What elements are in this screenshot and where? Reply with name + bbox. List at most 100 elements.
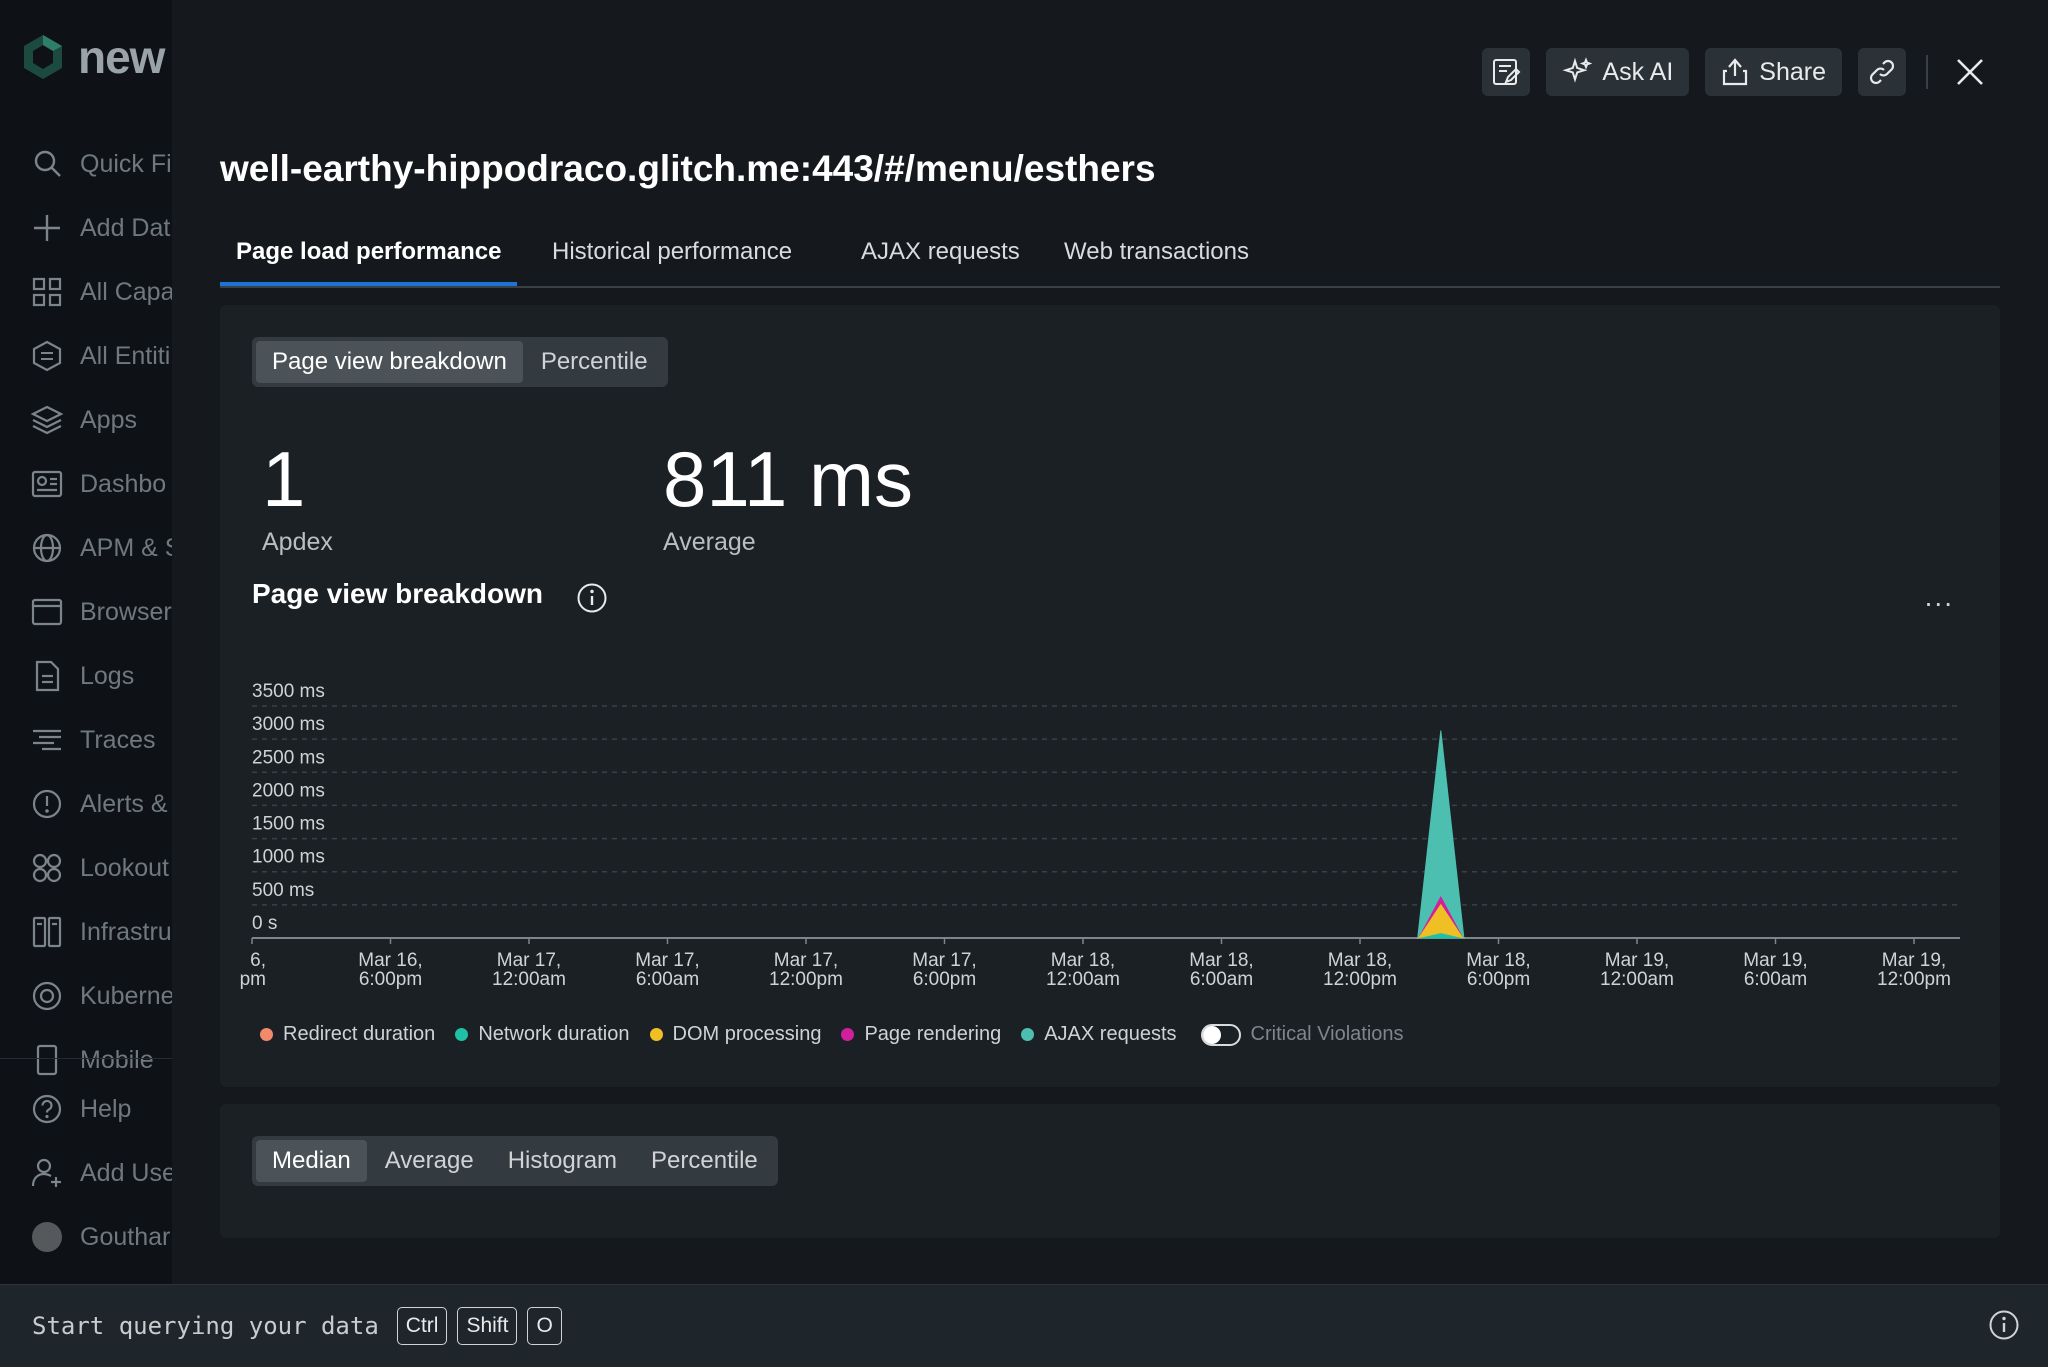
query-prompt[interactable]: Start querying your data: [32, 1312, 379, 1340]
legend-item[interactable]: AJAX requests: [1021, 1023, 1177, 1046]
keyboard-key-ctrl: Ctrl: [396, 1307, 448, 1345]
info-icon[interactable]: [576, 582, 608, 614]
x-tick-label: Mar 18,: [1466, 950, 1530, 971]
kpi-apdex: 1 Apdex: [262, 440, 333, 557]
nav-item-mobile[interactable]: Mobile: [0, 1036, 172, 1084]
legend-item[interactable]: Page rendering: [841, 1023, 1001, 1046]
x-tick-label: 12:00am: [492, 969, 566, 990]
nav-item-apm[interactable]: APM & S: [0, 524, 172, 572]
toggle-switch[interactable]: [1200, 1023, 1241, 1046]
tab-ajax-requests[interactable]: AJAX requests: [845, 238, 1036, 282]
nav-item-dashboards[interactable]: Dashbo: [0, 460, 172, 508]
nav-item-logs[interactable]: Logs: [0, 652, 172, 700]
actions-divider: [1926, 55, 1928, 89]
nav-item-alerts[interactable]: Alerts &: [0, 780, 172, 828]
close-icon: [1957, 59, 1983, 85]
tab-web-transactions[interactable]: Web transactions: [1048, 238, 1265, 282]
modal-actions: Ask AI Share: [1482, 48, 1992, 96]
x-tick-label: Mar 16,: [358, 950, 422, 971]
segment-percentile[interactable]: Percentile: [525, 341, 664, 383]
x-tick-label: 6:00pm: [359, 969, 422, 990]
legend-label: DOM processing: [672, 1023, 822, 1045]
x-tick-label: 12:00pm: [1323, 969, 1397, 990]
x-tick-label: 6:00am: [1744, 969, 1807, 990]
grid-icon: [32, 277, 62, 307]
x-tick-label: 6:00am: [636, 969, 699, 990]
nav-item-label: Kuberne: [80, 981, 172, 1010]
nav-item-help[interactable]: Help: [0, 1085, 172, 1133]
brand[interactable]: new: [22, 30, 165, 84]
nav-item-infrastructure[interactable]: Infrastru: [0, 908, 172, 956]
legend-swatch: [841, 1028, 855, 1041]
segment-percentile[interactable]: Percentile: [635, 1140, 774, 1182]
nav-item-kubernetes[interactable]: Kuberne: [0, 972, 172, 1020]
traces-icon: [33, 729, 61, 751]
y-tick-label: 500 ms: [252, 880, 314, 901]
tab-historical-performance[interactable]: Historical performance: [536, 238, 808, 282]
keyboard-key-o: O: [527, 1307, 562, 1345]
critical-violations-toggle[interactable]: Critical Violations: [1197, 1023, 1404, 1046]
x-tick-label: 12:00am: [1046, 969, 1120, 990]
page-view-panel: Page view breakdown Percentile 1 Apdex 8…: [220, 305, 2000, 1087]
segment-median[interactable]: Median: [256, 1140, 367, 1182]
side-navigation: new Quick Fi Add Dat All Capa All Entiti…: [0, 0, 172, 1284]
logo-icon: [24, 35, 62, 79]
layers-icon: [30, 405, 64, 435]
kpi-value: 1: [262, 435, 306, 523]
tab-page-load-performance[interactable]: Page load performance: [220, 238, 518, 286]
nav-item-label: Mobile: [80, 1045, 154, 1074]
nav-item-label: Add Use: [80, 1158, 172, 1187]
nav-item-label: All Entiti: [80, 341, 171, 370]
toggle-knob: [1202, 1025, 1221, 1044]
copy-link-button[interactable]: [1858, 48, 1906, 96]
nav-item-lookout[interactable]: Lookout: [0, 844, 172, 892]
nav-item-user-profile[interactable]: Gouthar: [0, 1213, 172, 1261]
nav-item-label: All Capa: [80, 277, 172, 306]
edit-notes-button[interactable]: [1482, 48, 1531, 96]
kpi-average: 811 ms Average: [663, 440, 913, 557]
breakdown-segmented-control: Page view breakdown Percentile: [252, 337, 668, 387]
query-bar[interactable]: Start querying your data Ctrl Shift O: [0, 1284, 2048, 1367]
browser-icon: [31, 598, 63, 626]
chart-title: Page view breakdown: [252, 578, 543, 609]
segment-average[interactable]: Average: [369, 1140, 490, 1182]
legend-item[interactable]: Redirect duration: [260, 1023, 435, 1046]
nav-item-apps[interactable]: Apps: [0, 396, 172, 444]
nav-item-label: Lookout: [80, 853, 169, 882]
nav-item-label: Gouthar: [80, 1222, 171, 1251]
legend-label: Redirect duration: [283, 1023, 436, 1045]
nav-item-add-data[interactable]: Add Dat: [0, 204, 172, 252]
x-tick-label: Mar 19,: [1743, 950, 1807, 971]
more-options-button[interactable]: ...: [1925, 581, 1954, 613]
legend-item[interactable]: Network duration: [455, 1023, 630, 1046]
kpi-label: Average: [663, 528, 756, 556]
close-button[interactable]: [1948, 50, 1992, 94]
ask-ai-button[interactable]: Ask AI: [1546, 48, 1690, 96]
y-tick-label: 1000 ms: [252, 847, 325, 868]
legend-label: Network duration: [478, 1023, 630, 1045]
help-icon: [32, 1094, 62, 1124]
nav-item-add-user[interactable]: Add Use: [0, 1149, 172, 1197]
document-icon: [35, 660, 60, 692]
share-button[interactable]: Share: [1705, 48, 1842, 96]
nav-item-label: Apps: [80, 405, 137, 434]
legend-item[interactable]: DOM processing: [649, 1023, 822, 1046]
nav-item-browser[interactable]: Browser: [0, 588, 172, 636]
segment-histogram[interactable]: Histogram: [492, 1140, 633, 1182]
x-tick-label: 12:00pm: [769, 969, 843, 990]
critical-violations-label: Critical Violations: [1250, 1023, 1404, 1045]
segment-page-view-breakdown[interactable]: Page view breakdown: [256, 341, 523, 383]
nav-item-traces[interactable]: Traces: [0, 716, 172, 764]
mobile-icon: [36, 1044, 58, 1076]
kpi-label: Apdex: [262, 528, 333, 556]
info-icon[interactable]: [1988, 1309, 2020, 1341]
y-tick-label: 3500 ms: [252, 681, 325, 702]
x-tick-label: Mar 17,: [912, 950, 976, 971]
legend-label: AJAX requests: [1044, 1023, 1177, 1045]
link-icon: [1869, 59, 1895, 85]
y-tick-label: 2000 ms: [252, 780, 325, 801]
dashboard-icon: [31, 470, 63, 498]
nav-item-all-entities[interactable]: All Entiti: [0, 332, 172, 380]
nav-item-all-capabilities[interactable]: All Capa: [0, 268, 172, 316]
nav-item-quick-find[interactable]: Quick Fi: [0, 140, 172, 188]
